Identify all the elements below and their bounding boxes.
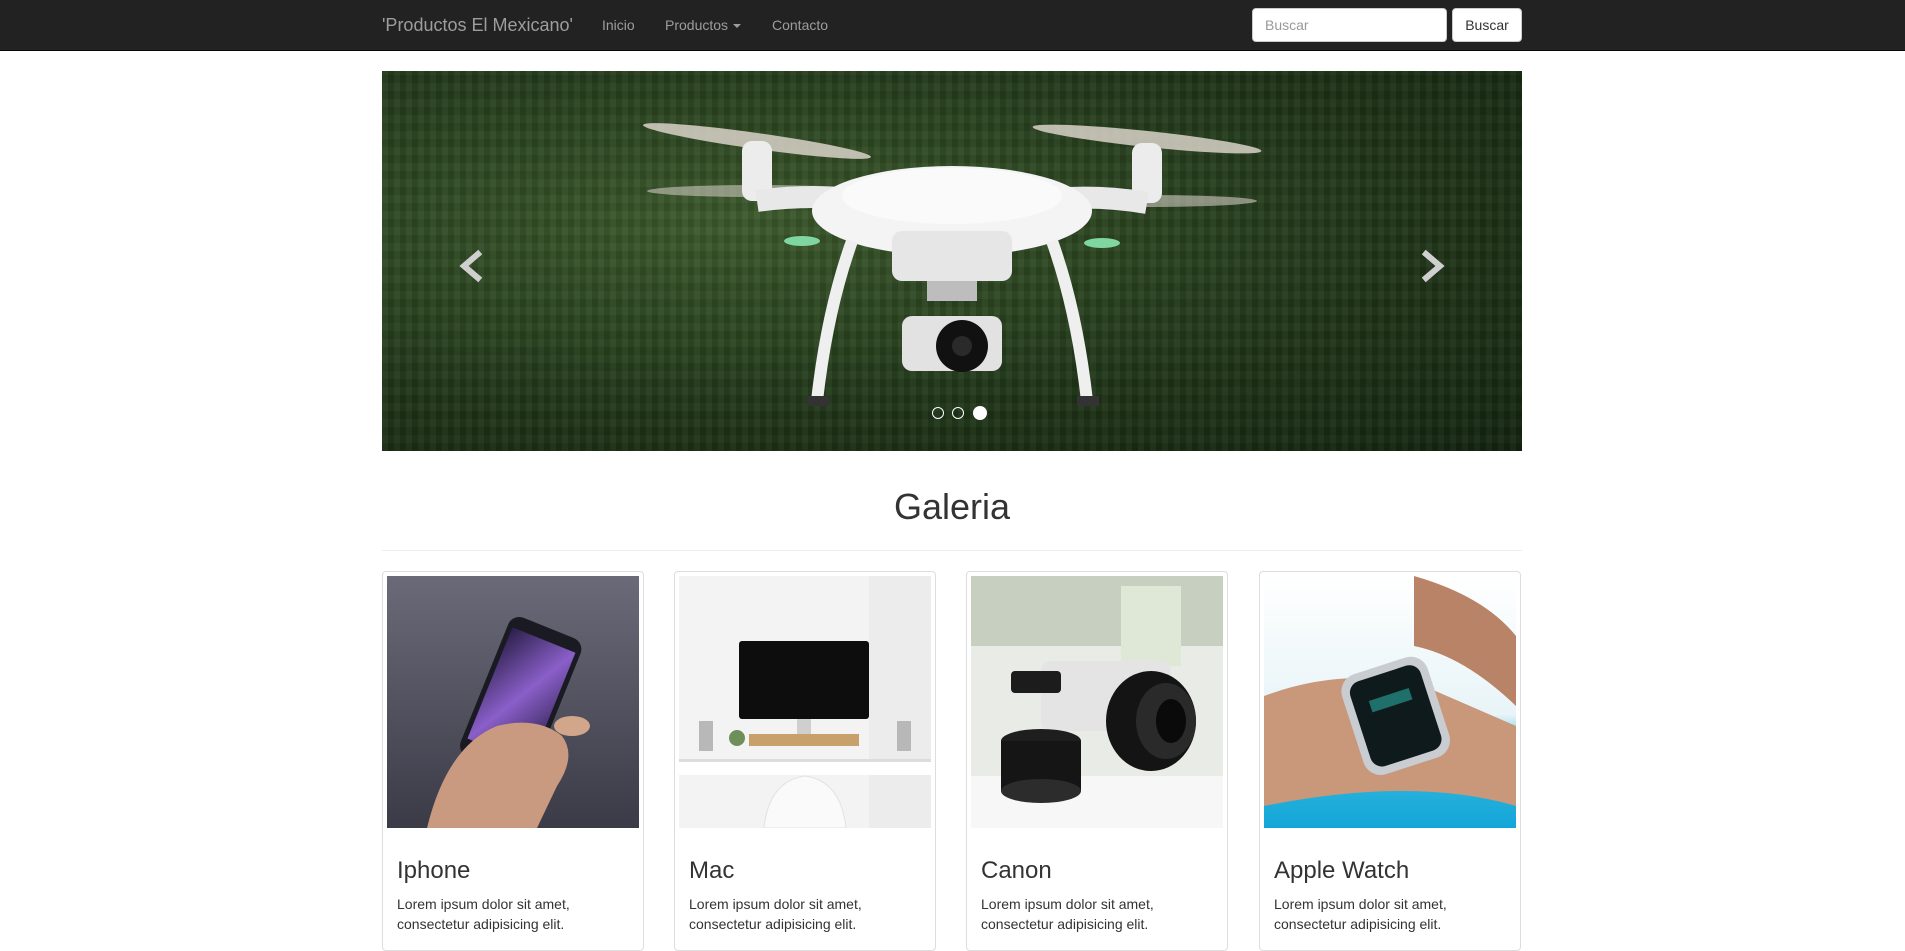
carousel-prev-chevron-left-icon[interactable] (452, 246, 492, 286)
nav-dropdown-label: Productos (665, 17, 729, 33)
apple-watch-image (1264, 576, 1516, 828)
carousel-indicator-3[interactable] (972, 405, 987, 420)
card-title: Mac (689, 857, 735, 884)
card-text: Lorem ipsum dolor sit amet, consectetur … (397, 896, 570, 932)
navbar: 'Productos El Mexicano' Inicio Productos… (0, 0, 1905, 51)
card-title: Canon (981, 857, 1052, 884)
product-card-mac: Mac Lorem ipsum dolor sit amet, consecte… (674, 571, 936, 951)
card-text: Lorem ipsum dolor sit amet, consectetur … (981, 896, 1154, 932)
image-carousel[interactable] (382, 71, 1522, 451)
product-card-iphone: Iphone Lorem ipsum dolor sit amet, conse… (382, 571, 644, 951)
nav-link-inicio[interactable]: Inicio (602, 17, 635, 33)
nav-link-contacto[interactable]: Contacto (772, 17, 828, 33)
iphone-image (387, 576, 639, 828)
gallery-divider (382, 550, 1522, 551)
carousel-indicator-1[interactable] (932, 406, 944, 419)
drone-image (643, 123, 1262, 406)
carousel-next-chevron-right-icon[interactable] (1412, 246, 1452, 286)
card-title: Iphone (397, 857, 471, 884)
card-text: Lorem ipsum dolor sit amet, consectetur … (689, 896, 862, 932)
navbar-container: 'Productos El Mexicano' Inicio Productos… (382, 0, 1522, 51)
product-card-canon: Canon Lorem ipsum dolor sit amet, consec… (966, 571, 1228, 951)
caret-down-icon (733, 24, 742, 29)
search-button[interactable]: Buscar (1452, 8, 1522, 42)
card-text: Lorem ipsum dolor sit amet, consectetur … (1274, 896, 1447, 932)
carousel-indicators (930, 404, 989, 420)
brand-link[interactable]: 'Productos El Mexicano' (382, 15, 573, 36)
mac-image (679, 576, 931, 828)
product-card-apple-watch: Apple Watch Lorem ipsum dolor sit amet, … (1259, 571, 1521, 951)
carousel-indicator-2[interactable] (952, 406, 965, 419)
gallery-heading: Galeria (893, 486, 1011, 527)
card-title: Apple Watch (1274, 857, 1410, 884)
search-input[interactable] (1252, 8, 1447, 42)
canon-image (971, 576, 1223, 828)
nav-dropdown-productos[interactable]: Productos (665, 17, 742, 33)
